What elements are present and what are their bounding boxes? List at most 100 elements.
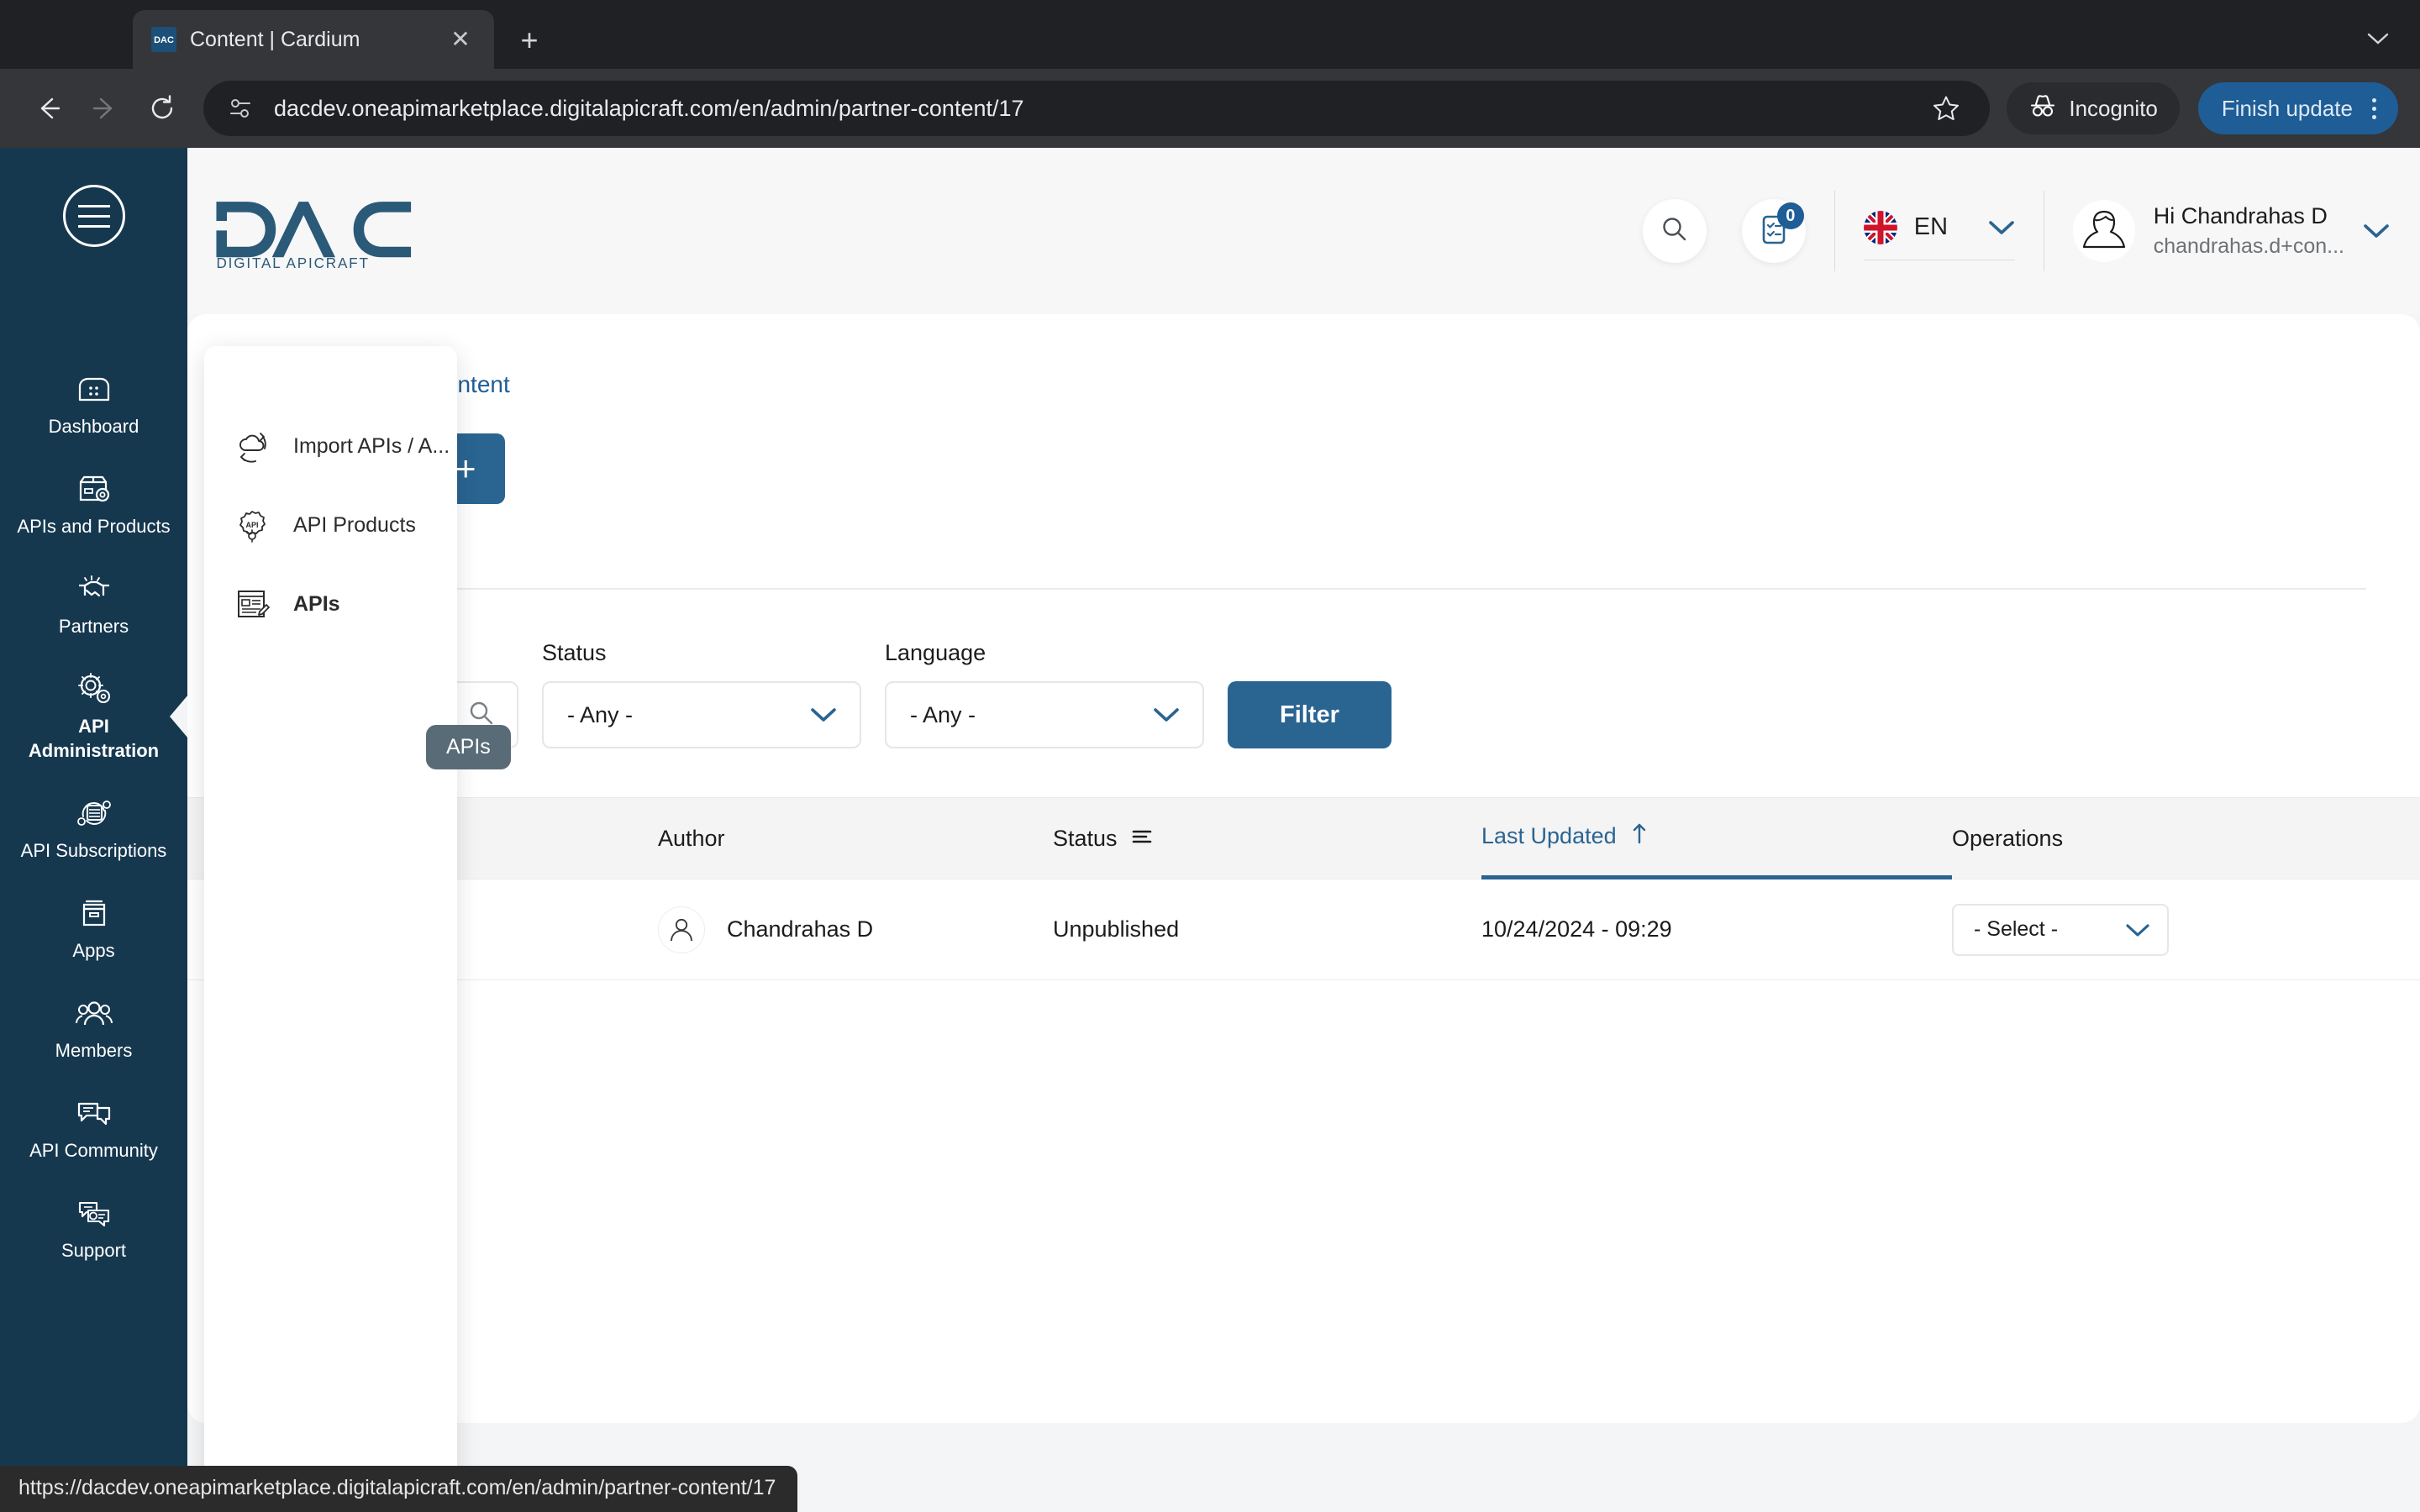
address-bar[interactable]: dacdev.oneapimarketplace.digitalapicraft… — [203, 81, 1991, 136]
create-api-bar: ...eate API + — [187, 398, 2420, 504]
sidebar-item-support[interactable]: Support — [0, 1179, 187, 1278]
apis-tooltip: APIs — [426, 725, 511, 769]
user-text: Hi Chandrahas D chandrahas.d+con... — [2154, 203, 2344, 259]
api-product-icon: API — [234, 507, 270, 543]
header-tasks-button[interactable]: 0 — [1741, 199, 1806, 263]
chevron-down-icon[interactable] — [2363, 223, 2390, 239]
apis-products-icon — [74, 470, 114, 507]
filter-bar: Status - Any - Language - Any - Filter — [187, 590, 2420, 748]
support-chat-icon — [74, 1194, 114, 1231]
finish-update-button[interactable]: Finish update — [2197, 82, 2398, 134]
tasks-badge: 0 — [1776, 202, 1804, 229]
sort-asc-arrow-icon[interactable] — [1630, 822, 1649, 851]
api-community-chat-icon — [74, 1095, 114, 1131]
apis-document-icon — [234, 586, 270, 622]
sidebar-item-members[interactable]: Members — [0, 979, 187, 1079]
header-divider — [1833, 191, 1835, 271]
content-table: Author Status Last Updated Operations Ch… — [187, 797, 2420, 980]
content-card: ...ministration > Content ...eate API + … — [187, 314, 2420, 1423]
sort-lines-icon[interactable] — [1131, 826, 1153, 852]
language-code: EN — [1913, 213, 1949, 240]
operations-select[interactable]: - Select - — [1952, 903, 2169, 956]
page-viewport: Dashboard APIs and Products Partners API… — [0, 148, 2420, 1512]
status-filter-value: - Any - — [567, 701, 634, 727]
back-icon[interactable] — [22, 82, 74, 134]
sidebar-item-apps[interactable]: Apps — [0, 879, 187, 979]
status-bar-url: https://dacdev.oneapimarketplace.digital… — [0, 1466, 798, 1512]
sidebar-item-label: API Community — [29, 1140, 158, 1162]
filter-button[interactable]: Filter — [1228, 681, 1392, 748]
flyout-item-label: Import APIs / A... — [293, 433, 450, 458]
app-sidebar: Dashboard APIs and Products Partners API… — [0, 148, 187, 1512]
sidebar-item-api-community[interactable]: API Community — [0, 1079, 187, 1179]
finish-update-label: Finish update — [2221, 95, 2353, 121]
app-header: DIGITAL APICRAFT 0 EN Hi Chandrahas D ch… — [187, 148, 2420, 314]
column-header-operations[interactable]: Operations — [1952, 797, 2420, 879]
sidebar-item-label: Support — [60, 1240, 127, 1262]
cell-last-updated: 10/24/2024 - 09:29 — [1481, 916, 1672, 942]
sidebar-item-api-administration[interactable]: API Administration — [0, 654, 187, 778]
language-selector[interactable]: EN — [1863, 202, 2015, 260]
language-filter-select[interactable]: - Any - — [885, 681, 1204, 748]
flyout-item-api-products[interactable]: API API Products — [204, 486, 457, 564]
column-header-operations-label: Operations — [1952, 825, 2064, 851]
forward-icon — [79, 82, 131, 134]
dac-logo[interactable]: DIGITAL APICRAFT — [214, 194, 416, 269]
cloud-sync-icon — [234, 428, 270, 464]
api-subscriptions-icon — [74, 795, 114, 832]
flyout-item-import-apis[interactable]: Import APIs / A... — [204, 407, 457, 486]
header-search-button[interactable] — [1642, 199, 1707, 263]
content-subtabs: ...ments — [241, 543, 2366, 590]
chevron-down-icon[interactable] — [1988, 219, 2015, 236]
incognito-indicator[interactable]: Incognito — [2007, 82, 2180, 134]
uk-flag-icon — [1863, 210, 1897, 244]
browser-tab[interactable]: DAC Content | Cardium ✕ — [133, 10, 494, 69]
cell-author-name: Chandrahas D — [727, 916, 874, 942]
column-header-author-label: Author — [658, 825, 725, 851]
search-icon — [1660, 215, 1689, 248]
chevron-down-icon — [2125, 921, 2150, 938]
status-filter-label: Status — [542, 640, 607, 665]
column-header-status[interactable]: Status — [1053, 797, 1481, 879]
status-filter-select[interactable]: - Any - — [542, 681, 861, 748]
sidebar-item-label: APIs and Products — [17, 516, 171, 538]
header-actions: 0 EN Hi Chandrahas D chandrahas.d+con... — [1642, 191, 2420, 271]
flyout-item-apis[interactable]: APIs — [204, 564, 457, 643]
reload-icon[interactable] — [136, 82, 188, 134]
bookmark-star-icon[interactable] — [1924, 87, 1968, 130]
user-avatar-icon — [658, 906, 705, 953]
chevron-down-icon[interactable] — [2354, 15, 2402, 62]
table-row[interactable]: Chandrahas D Unpublished 10/24/2024 - 09… — [187, 879, 2420, 980]
partners-handshake-icon — [74, 570, 114, 607]
user-menu[interactable]: Hi Chandrahas D chandrahas.d+con... — [2072, 200, 2390, 262]
sidebar-item-label: Apps — [72, 939, 115, 961]
svg-text:DIGITAL APICRAFT: DIGITAL APICRAFT — [216, 255, 369, 268]
browser-window: DAC Content | Cardium ✕ + dacdev.oneapim… — [0, 0, 2420, 1512]
sidebar-item-label: API Administration — [28, 716, 160, 761]
operations-select-value: - Select - — [1974, 917, 2059, 941]
cell-status: Unpublished — [1053, 916, 1180, 942]
new-tab-button[interactable]: + — [506, 17, 553, 64]
avatar — [2072, 200, 2135, 262]
browser-menu-icon[interactable] — [2361, 89, 2386, 128]
close-icon[interactable]: ✕ — [445, 24, 476, 55]
sidebar-item-partners[interactable]: Partners — [0, 554, 187, 654]
language-filter-label: Language — [885, 640, 986, 665]
column-header-last-updated-label: Last Updated — [1481, 823, 1617, 848]
user-name: Hi Chandrahas D — [2153, 203, 2328, 228]
sidebar-item-apis-and-products[interactable]: APIs and Products — [0, 454, 187, 554]
column-header-last-updated[interactable]: Last Updated — [1481, 797, 1952, 879]
address-bar-url: dacdev.oneapimarketplace.digitalapicraft… — [274, 95, 1024, 121]
language-filter-group: Language - Any - — [885, 640, 1204, 748]
menu-toggle-icon[interactable] — [62, 185, 125, 247]
browser-toolbar: dacdev.oneapimarketplace.digitalapicraft… — [0, 69, 2420, 148]
sidebar-item-dashboard[interactable]: Dashboard — [0, 354, 187, 454]
column-header-author[interactable]: Author — [658, 797, 1053, 879]
sidebar-item-label: API Subscriptions — [20, 839, 167, 861]
breadcrumb: ...ministration > Content — [187, 314, 2420, 398]
svg-text:API: API — [245, 521, 258, 529]
site-settings-icon[interactable] — [222, 90, 259, 127]
tab-strip: DAC Content | Cardium ✕ + — [0, 0, 2420, 69]
chevron-down-icon — [1152, 706, 1181, 724]
sidebar-item-api-subscriptions[interactable]: API Subscriptions — [0, 779, 187, 879]
